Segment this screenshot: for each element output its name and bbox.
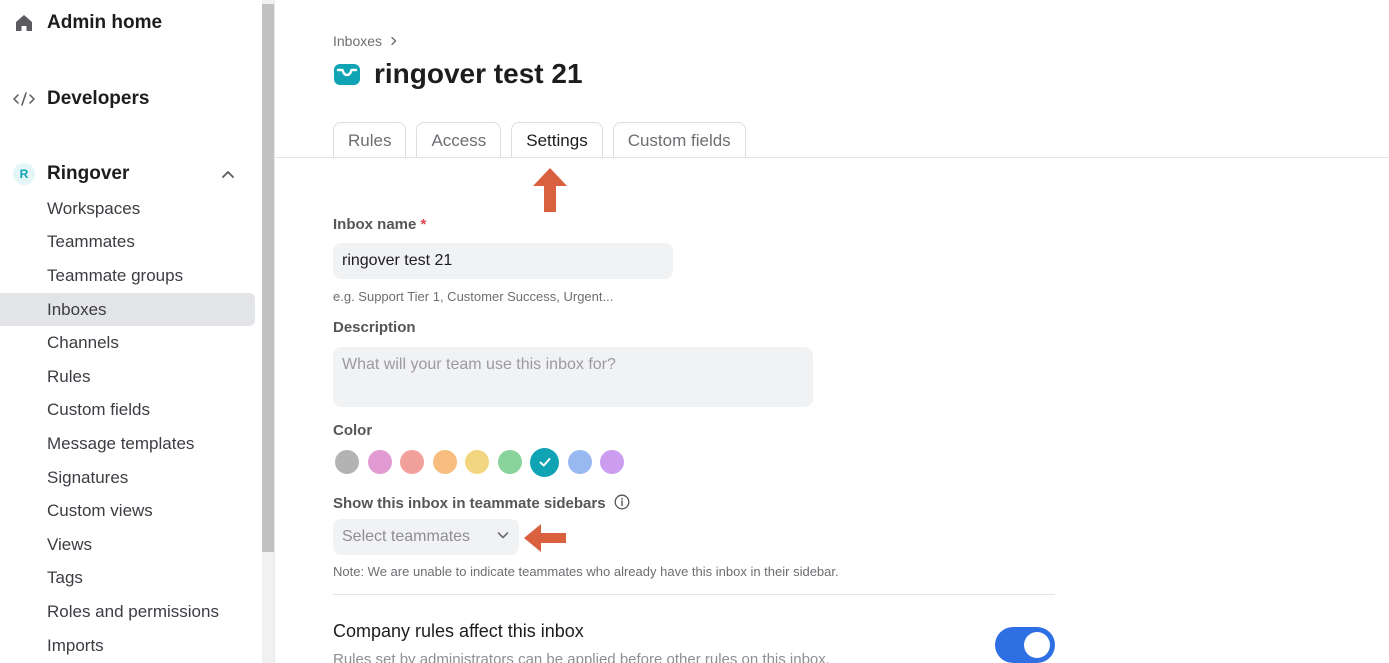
color-swatch[interactable] <box>600 450 624 474</box>
sidebar: Admin home Developers R Ringover Workspa… <box>0 0 262 663</box>
color-swatch[interactable] <box>567 450 592 474</box>
sidebar-visibility-label: Show this inbox in teammate sidebars <box>333 494 630 514</box>
toggle-knob <box>1024 632 1050 658</box>
chevron-up-icon[interactable] <box>220 166 236 182</box>
page-header: ringover test 21 <box>333 58 583 90</box>
tab-settings[interactable]: Settings <box>511 122 603 158</box>
sidebar-item-custom-views[interactable]: Custom views <box>0 494 255 528</box>
select-teammates-dropdown[interactable]: Select teammates <box>333 519 519 555</box>
code-icon <box>12 87 36 111</box>
admin-home-label: Admin home <box>47 12 163 33</box>
section-divider <box>333 594 1055 595</box>
color-swatch[interactable] <box>335 450 359 474</box>
sidebar-item-custom-fields[interactable]: Custom fields <box>0 394 255 428</box>
workspace-badge: R <box>13 163 35 185</box>
color-swatch[interactable] <box>497 450 522 474</box>
inbox-icon <box>333 60 361 88</box>
workspace-name: Ringover <box>47 163 130 184</box>
color-swatch[interactable] <box>530 447 559 477</box>
admin-home-link[interactable]: Admin home <box>12 11 162 35</box>
sidebar-item-views[interactable]: Views <box>0 528 255 562</box>
inbox-name-hint: e.g. Support Tier 1, Customer Success, U… <box>333 289 614 304</box>
sidebar-item-teammate-groups[interactable]: Teammate groups <box>0 259 255 293</box>
company-rules-toggle[interactable] <box>995 627 1055 663</box>
info-icon[interactable] <box>614 494 630 514</box>
color-swatch[interactable] <box>400 450 424 474</box>
checkmark-icon <box>539 458 550 467</box>
select-teammates-placeholder: Select teammates <box>342 528 471 545</box>
tab-bar: Rules Access Settings Custom fields <box>333 122 746 158</box>
breadcrumb: Inboxes <box>333 33 399 49</box>
company-rules-description: Rules set by administrators can be appli… <box>333 651 830 663</box>
sidebar-item-rules[interactable]: Rules <box>0 360 255 394</box>
sidebar-item-teammates[interactable]: Teammates <box>0 226 255 260</box>
inbox-name-label: Inbox name * <box>333 216 426 233</box>
color-swatch[interactable] <box>367 450 392 474</box>
sidebar-item-channels[interactable]: Channels <box>0 326 255 360</box>
color-swatch[interactable] <box>465 450 489 474</box>
sidebar-item-imports[interactable]: Imports <box>0 629 255 663</box>
tab-rules[interactable]: Rules <box>333 122 407 158</box>
company-rules-title: Company rules affect this inbox <box>333 621 584 641</box>
inbox-name-field[interactable]: ringover test 21 <box>333 243 673 279</box>
color-swatch[interactable] <box>432 450 457 474</box>
sidebar-item-signatures[interactable]: Signatures <box>0 461 255 495</box>
sidebar-item-message-templates[interactable]: Message templates <box>0 427 255 461</box>
annotation-arrow-left-icon <box>523 523 567 558</box>
tab-custom-fields[interactable]: Custom fields <box>612 122 746 158</box>
breadcrumb-inboxes-link[interactable]: Inboxes <box>333 33 382 49</box>
tab-access[interactable]: Access <box>416 122 502 158</box>
required-mark: * <box>420 216 427 233</box>
sidebar-visibility-label-text: Show this inbox in teammate sidebars <box>333 494 606 512</box>
workspace-header[interactable]: R Ringover <box>12 162 129 186</box>
sidebar-note: Note: We are unable to indicate teammate… <box>333 564 839 579</box>
sidebar-item-workspaces[interactable]: Workspaces <box>0 192 255 226</box>
tab-underline <box>275 157 1389 158</box>
sidebar-item-roles-and-permissions[interactable]: Roles and permissions <box>0 595 255 629</box>
sidebar-scrollbar-thumb[interactable] <box>262 4 274 552</box>
page-title: ringover test 21 <box>374 58 583 89</box>
chevron-right-icon <box>389 33 399 49</box>
color-label: Color <box>333 422 373 439</box>
developers-link[interactable]: Developers <box>12 87 149 111</box>
chevron-down-icon <box>496 528 510 547</box>
inbox-name-label-text: Inbox name <box>333 216 417 233</box>
description-label: Description <box>333 319 416 336</box>
color-swatches <box>335 447 624 477</box>
home-icon <box>12 11 36 35</box>
developers-label: Developers <box>47 88 150 109</box>
workspace-nav: Workspaces Teammates Teammate groups Inb… <box>0 192 255 662</box>
sidebar-item-tags[interactable]: Tags <box>0 562 255 596</box>
sidebar-item-inboxes[interactable]: Inboxes <box>0 292 255 327</box>
annotation-arrow-up-icon <box>531 166 569 219</box>
main-content: Inboxes ringover test 21 Rules Access Se… <box>275 0 1389 663</box>
description-field[interactable]: What will your team use this inbox for? <box>333 347 813 407</box>
